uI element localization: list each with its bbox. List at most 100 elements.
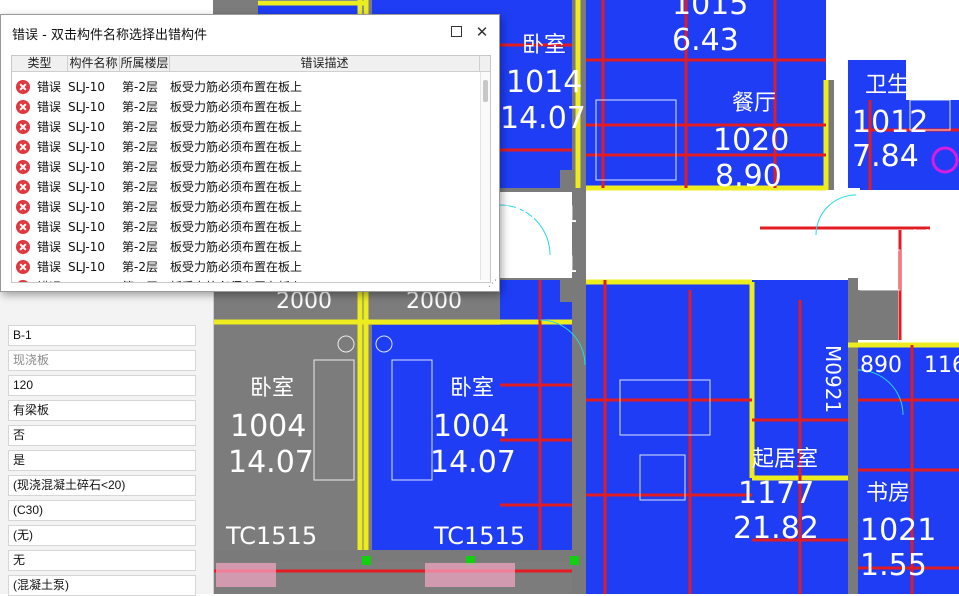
error-icon: [16, 160, 30, 174]
property-value-field[interactable]: 否: [8, 425, 196, 446]
door-label: M0921: [503, 203, 578, 228]
room-area: 8.90: [715, 159, 782, 194]
room-number: 1177: [738, 476, 814, 511]
property-value-field[interactable]: 无: [8, 550, 196, 571]
error-cell-floor: 第-2层: [122, 100, 158, 114]
error-cell-desc: 板受力筋必须布置在板上: [170, 160, 303, 174]
error-cell-name[interactable]: SLJ-10: [68, 177, 105, 197]
door-label: M0821: [842, 201, 917, 226]
property-value-field[interactable]: 是: [8, 450, 196, 471]
error-row[interactable]: 错误 SLJ-10 第-2层板受力筋必须布置在板上: [12, 157, 480, 177]
error-row[interactable]: 错误 SLJ-10 第-2层板受力筋必须布置在板上: [12, 177, 480, 197]
room-area: 6.43: [672, 23, 739, 58]
property-value-field[interactable]: (无): [8, 525, 196, 546]
error-row[interactable]: 错误 SLJ-10 第-2层板受力筋必须布置在板上: [12, 117, 480, 137]
error-cell-desc: 板受力筋必须布置在板上: [170, 80, 303, 94]
blue-slab: [586, 280, 856, 594]
dimension-label: 2000: [406, 289, 462, 314]
error-list-grid[interactable]: 类型 构件名称 所属楼层 错误描述 错误 SLJ-10 第-2层 板受力筋必须布置在板…: [11, 55, 491, 283]
error-cell-floor: 第-2层: [122, 220, 158, 234]
error-icon: [16, 80, 30, 94]
error-icon: [16, 280, 30, 282]
property-value-field[interactable]: 现浇板: [8, 350, 196, 371]
close-button[interactable]: ✕: [471, 21, 493, 43]
door-label: M0921: [503, 253, 578, 278]
room-area: 21.82: [733, 511, 819, 546]
error-cell-floor: 第-2层: [122, 140, 158, 154]
error-icon: [16, 100, 30, 114]
property-value-field[interactable]: (混凝土泵): [8, 575, 196, 596]
error-dialog: 错误 - 双击构件名称选择出错构件 ✕ 类型 构件名称 所属楼层 错误描述 错误…: [0, 14, 500, 292]
room-area: 1.55: [860, 548, 927, 583]
scrollbar-thumb[interactable]: [483, 80, 488, 102]
error-cell-floor: 第-2层: [122, 80, 158, 94]
error-cell-type: 错误: [37, 120, 62, 134]
dimension-label: 2000: [276, 289, 332, 314]
error-cell-type: 错误: [37, 277, 61, 282]
property-value-field[interactable]: 有梁板: [8, 400, 196, 421]
property-value-field[interactable]: (现浇混凝土碎石<20): [8, 475, 196, 496]
room-label: 卧室: [250, 376, 294, 401]
error-cell-type: 错误: [37, 180, 62, 194]
error-cell-desc: 板受力筋必须布置在板上: [170, 200, 303, 214]
room-area: 14.07: [430, 445, 516, 480]
error-cell-type: 错误: [37, 160, 62, 174]
error-cell-name[interactable]: SLJ-10: [68, 237, 105, 257]
error-cell-name[interactable]: SLJ-10: [68, 157, 105, 177]
error-row[interactable]: 错误SLJ-10第-2层板受力筋必须布置在板上: [12, 237, 480, 257]
error-cell-name[interactable]: SLJ-10: [68, 277, 105, 282]
column-header-floor[interactable]: 所属楼层: [120, 56, 170, 71]
error-icon: [16, 260, 30, 274]
error-cell-name[interactable]: SLJ-10: [68, 97, 105, 117]
error-cell-type: 错误: [37, 220, 62, 234]
error-cell-name[interactable]: SLJ-10: [68, 257, 105, 277]
error-icon: [16, 200, 30, 214]
error-cell-floor: 第-2层: [122, 200, 158, 214]
error-cell-floor: 第-2层: [122, 160, 158, 174]
error-cell-name[interactable]: SLJ-10: [68, 197, 105, 217]
property-value-field[interactable]: 120: [8, 375, 196, 396]
dimension-label: 116: [924, 353, 959, 378]
room-label: 卫生间: [865, 73, 931, 98]
property-value-field[interactable]: (C30): [8, 500, 196, 521]
error-cell-desc: 板受力筋必须布置在板上: [170, 180, 303, 194]
dimension-label: 100: [837, 8, 861, 46]
room-number: 1015: [672, 0, 748, 22]
error-cell-desc: 板受力筋必须布置在板上: [170, 260, 303, 274]
error-row[interactable]: 错误SLJ-10第-2层板受力筋必须布置在板上: [12, 197, 480, 217]
error-cell-name[interactable]: SLJ-10: [68, 117, 105, 137]
resize-grip-icon[interactable]: ⋰: [488, 279, 497, 289]
error-icon: [16, 120, 30, 134]
door-label: FM1021: [909, 198, 933, 278]
error-cell-floor: 第-2层: [122, 260, 158, 274]
error-cell-floor: 第-2层: [122, 120, 158, 134]
error-cell-desc: 板受力筋必须布置在板上: [170, 120, 303, 134]
error-cell-name[interactable]: SLJ-10: [68, 217, 105, 237]
error-icon: [16, 140, 30, 154]
maximize-icon: [450, 26, 462, 37]
error-cell-desc: 板受力筋必须布置在板上: [170, 140, 303, 154]
column-header-desc[interactable]: 错误描述: [170, 56, 480, 71]
error-cell-floor: 第-2层: [122, 180, 158, 194]
error-cell-name[interactable]: SLJ-10: [68, 137, 105, 157]
room-label: 水暖: [922, 317, 954, 336]
maximize-button[interactable]: [445, 21, 467, 43]
column-header-name[interactable]: 构件名称: [68, 56, 120, 71]
error-cell-type: 错误: [37, 240, 62, 254]
error-row[interactable]: 错误SLJ-10第-2层板受力筋必须布置在板上: [12, 277, 480, 282]
room-number: 1004: [433, 409, 509, 444]
grid-header: 类型 构件名称 所属楼层 错误描述: [12, 56, 490, 72]
error-cell-type: 错误: [37, 260, 62, 274]
error-row[interactable]: 错误 SLJ-10 第-2层板受力筋必须布置在板上: [12, 257, 480, 277]
vertical-scrollbar[interactable]: [480, 72, 490, 280]
column-header-type[interactable]: 类型: [12, 56, 68, 71]
error-row[interactable]: 错误 SLJ-10 第-2层板受力筋必须布置在板上: [12, 217, 480, 237]
error-cell-desc: 板受力筋必须布置在板上: [170, 220, 303, 234]
door-label: FM1: [920, 291, 959, 316]
error-icon: [16, 180, 30, 194]
error-row[interactable]: 错误SLJ-10第-2层板受力筋必须布置在板上: [12, 137, 480, 157]
property-value-field[interactable]: B-1: [8, 325, 196, 346]
error-row[interactable]: 错误SLJ-10第-2层板受力筋必须布置在板上: [12, 77, 480, 97]
error-row[interactable]: 错误SLJ-10第-2层板受力筋必须布置在板上: [12, 97, 480, 117]
error-cell-name[interactable]: SLJ-10: [68, 77, 105, 97]
